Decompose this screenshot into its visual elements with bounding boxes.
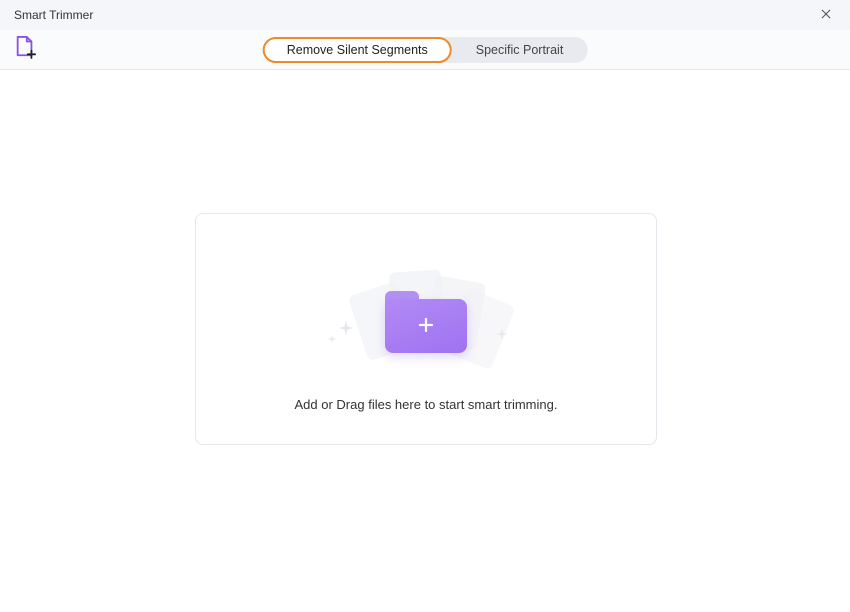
window-title: Smart Trimmer: [14, 8, 93, 22]
dropzone-illustration: [351, 267, 501, 367]
tab-specific-portrait[interactable]: Specific Portrait: [452, 37, 588, 63]
app-window: Smart Trimmer: [0, 0, 850, 612]
tab-remove-silent-segments[interactable]: Remove Silent Segments: [263, 37, 452, 63]
close-icon: [819, 7, 833, 24]
sparkle-icon: [495, 327, 509, 346]
folder-add-icon: [385, 291, 467, 353]
toolbar: Remove Silent Segments Specific Portrait: [0, 30, 850, 70]
sparkle-icon: [327, 331, 337, 349]
mode-tab-group: Remove Silent Segments Specific Portrait: [263, 37, 588, 63]
add-file-button[interactable]: [14, 39, 36, 61]
file-dropzone[interactable]: Add or Drag files here to start smart tr…: [195, 213, 657, 445]
plus-icon: [417, 316, 435, 334]
dropzone-prompt: Add or Drag files here to start smart tr…: [295, 397, 558, 412]
add-file-icon: [14, 35, 36, 64]
close-button[interactable]: [816, 5, 836, 25]
titlebar: Smart Trimmer: [0, 0, 850, 30]
tab-label: Specific Portrait: [476, 43, 564, 57]
sparkle-icon: [337, 319, 355, 342]
content-area: Add or Drag files here to start smart tr…: [0, 70, 850, 612]
tab-label: Remove Silent Segments: [287, 43, 428, 57]
